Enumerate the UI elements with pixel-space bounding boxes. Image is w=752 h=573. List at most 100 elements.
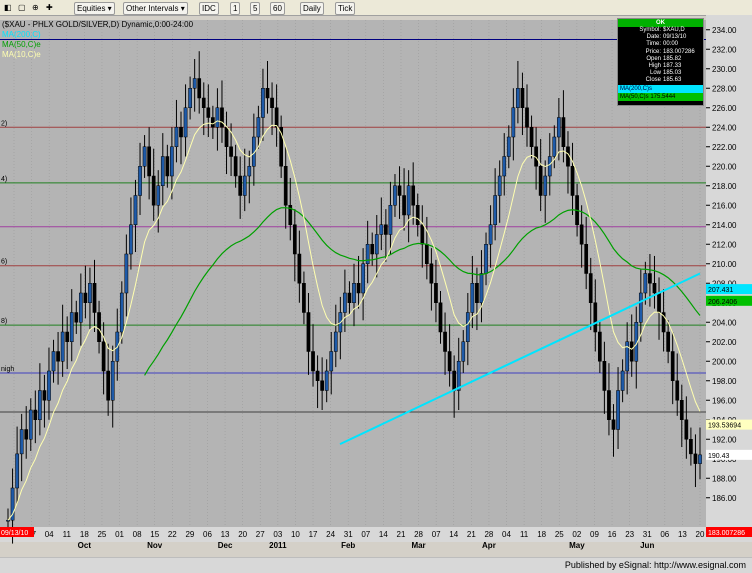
day-tick-label: 09 (590, 530, 599, 539)
info-row: Price: 183.007286 (618, 49, 703, 56)
day-tick-label: 14 (449, 530, 458, 539)
candle-body (429, 263, 434, 284)
candle-body (229, 146, 233, 157)
candle-body (28, 409, 33, 440)
y-tick-label: 230.00 (712, 65, 737, 74)
candle-body (51, 351, 56, 372)
info-row: Close 185.63 (618, 77, 703, 84)
price-label: 207.431 (708, 287, 733, 294)
interval-tick[interactable]: Tick (335, 2, 356, 15)
y-tick-label: 202.00 (712, 338, 737, 347)
day-tick-label: 20 (696, 530, 705, 539)
price-label: 183.007286 (708, 530, 745, 537)
candle-body (165, 156, 170, 177)
day-tick-label: 29 (185, 530, 194, 539)
y-tick-label: 228.00 (712, 84, 737, 93)
candle-body (557, 117, 561, 138)
candle-body (42, 390, 47, 401)
y-tick-label: 200.00 (712, 357, 737, 366)
day-tick-label: 31 (643, 530, 652, 539)
candle-body (220, 107, 224, 128)
candle-body (675, 380, 680, 401)
info-row: Symbol: $XAU,D (618, 27, 703, 34)
candle-body (397, 185, 402, 196)
other-intervals-dropdown[interactable]: Other Intervals ▾ (123, 2, 188, 15)
day-tick-label: 02 (572, 530, 581, 539)
y-tick-label: 224.00 (712, 123, 737, 132)
chart-icon[interactable]: ◧ (4, 2, 12, 13)
level-label: nigh (1, 366, 14, 373)
candle-body (101, 341, 106, 372)
candle-body (247, 166, 252, 177)
candle-body (593, 302, 598, 333)
day-tick-label: 28 (484, 530, 493, 539)
info-row: Time: 00:00 (618, 41, 703, 48)
day-tick-label: 25 (555, 530, 564, 539)
candle-body (215, 107, 220, 128)
candle-body (156, 185, 161, 206)
day-tick-label: 18 (80, 530, 89, 539)
candle-body (224, 127, 229, 147)
candle-body (411, 185, 416, 206)
candle-body (370, 244, 375, 255)
candle-body (329, 351, 334, 372)
candle-body (302, 283, 306, 313)
add-icon[interactable]: ✚ (46, 2, 53, 13)
candle-body (15, 453, 19, 489)
candle-body (547, 156, 552, 177)
month-label: Mar (411, 541, 425, 550)
month-label: Dec (218, 541, 233, 550)
interval-60[interactable]: 60 (270, 2, 285, 15)
candle-body (347, 292, 352, 303)
interval-1[interactable]: 1 (230, 2, 241, 15)
candle-body (584, 244, 589, 274)
candle-body (283, 166, 288, 206)
day-tick-label: 15 (150, 530, 159, 539)
y-tick-label: 212.00 (712, 240, 737, 249)
candle-body (174, 127, 179, 147)
interval-daily[interactable]: Daily (300, 2, 324, 15)
candle-body (670, 351, 675, 381)
candle-body (456, 361, 461, 391)
info-row: Open 185.82 (618, 56, 703, 63)
candle-body (19, 429, 24, 455)
day-tick-label: 08 (133, 530, 142, 539)
candle-body (497, 175, 502, 196)
zoom-icon[interactable]: ⊕ (32, 2, 39, 13)
ok-button[interactable]: OK (618, 19, 703, 27)
candle-body (561, 117, 566, 147)
day-tick-label: 17 (309, 530, 318, 539)
candle-body (142, 146, 147, 167)
y-tick-label: 214.00 (712, 221, 737, 230)
info-key: Open (646, 55, 661, 62)
day-tick-label: 06 (660, 530, 669, 539)
candle-body (256, 117, 261, 138)
candle-body (83, 292, 88, 303)
candle-body (588, 273, 593, 303)
candle-body (138, 166, 142, 196)
candle-body (538, 166, 543, 196)
candle-body (488, 224, 493, 245)
candle-body (238, 175, 243, 196)
candle-body (552, 136, 557, 157)
candle-body (6, 519, 10, 522)
candle-body (320, 380, 324, 391)
info-row: High 187.33 (618, 63, 703, 70)
candle-body (493, 195, 497, 225)
day-tick-label: 27 (256, 530, 265, 539)
candle-body (24, 429, 29, 440)
level-label: 2) (1, 120, 7, 127)
window-icon[interactable]: ▢ (18, 2, 26, 13)
cursor-info-window[interactable]: OK Symbol: $XAU,D Date: 09/13/10 Time: 00:00 P… (617, 18, 704, 106)
month-label: 2011 (269, 541, 287, 550)
publisher-credit: Published by eSignal: http://www.esignal… (564, 560, 746, 570)
interval-idc[interactable]: IDC (199, 2, 219, 15)
candle-body (465, 312, 470, 342)
interval-5[interactable]: 5 (250, 2, 261, 15)
equities-dropdown[interactable]: Equities ▾ (74, 2, 115, 15)
candle-body (374, 234, 379, 255)
candle-body (356, 283, 361, 294)
candle-body (638, 292, 643, 323)
day-tick-label: 11 (63, 530, 72, 539)
info-key: Price: (645, 48, 661, 55)
